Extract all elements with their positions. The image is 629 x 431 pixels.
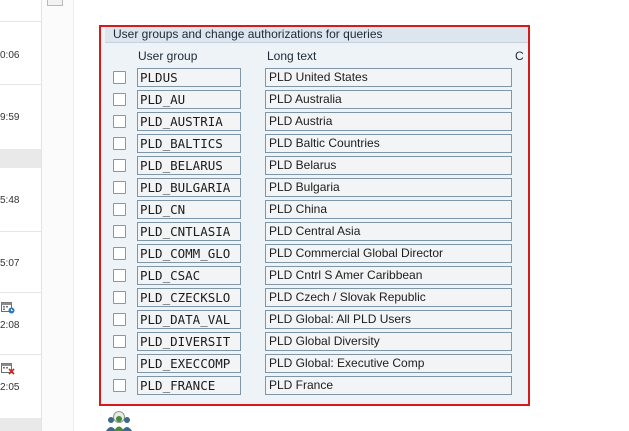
calendar-cancel-icon[interactable] <box>1 362 15 375</box>
long-text-field[interactable]: PLD Bulgaria <box>265 178 512 197</box>
long-text-field[interactable]: PLD China <box>265 200 512 219</box>
long-text-field[interactable]: PLD Global Diversity <box>265 332 512 351</box>
table-row[interactable]: PLD_CN PLD China <box>101 199 528 221</box>
panel-title-text: User groups and change authorizations fo… <box>113 27 383 41</box>
divider <box>0 84 41 85</box>
table-row[interactable]: PLD_COMM_GLO PLD Commercial Global Direct… <box>101 243 528 265</box>
user-group-field[interactable]: PLD_DATA_VAL <box>137 310 241 329</box>
user-group-field[interactable]: PLD_BALTICS <box>137 134 241 153</box>
timestamp: 2:08 <box>0 320 20 331</box>
row-select-checkbox[interactable] <box>113 313 126 326</box>
left-sidebar: 0:06 9:59 5:48 5:07 2:08 2:05 <box>0 0 41 431</box>
divider <box>0 21 41 22</box>
row-select-checkbox[interactable] <box>113 115 126 128</box>
divider <box>0 354 41 355</box>
long-text-field[interactable]: PLD Baltic Countries <box>265 134 512 153</box>
long-text-field[interactable]: PLD Czech / Slovak Republic <box>265 288 512 307</box>
user-group-field[interactable]: PLD_CNTLASIA <box>137 222 241 241</box>
divider <box>0 292 41 293</box>
long-text-field[interactable]: PLD Central Asia <box>265 222 512 241</box>
long-text-field[interactable]: PLD Commercial Global Director <box>265 244 512 263</box>
table-row[interactable]: PLD_EXECCOMP PLD Global: Executive Comp <box>101 353 528 375</box>
user-group-field[interactable]: PLD_CZECKSLO <box>137 288 241 307</box>
user-group-field[interactable]: PLD_AU <box>137 90 241 109</box>
long-text-field[interactable]: PLD Global: Executive Comp <box>265 354 512 373</box>
scrollbar[interactable] <box>42 0 74 431</box>
column-header-long-text[interactable]: Long text <box>267 49 316 63</box>
row-select-checkbox[interactable] <box>113 203 126 216</box>
table-row[interactable]: PLD_DIVERSIT PLD Global Diversity <box>101 331 528 353</box>
long-text-field[interactable]: PLD Australia <box>265 90 512 109</box>
column-header-user-group[interactable]: User group <box>138 49 197 63</box>
calendar-schedule-icon[interactable] <box>1 301 15 314</box>
user-group-field[interactable]: PLD_CN <box>137 200 241 219</box>
scrollbar-thumb[interactable] <box>47 0 63 6</box>
table-row[interactable]: PLD_CZECKSLO PLD Czech / Slovak Republic <box>101 287 528 309</box>
table-row[interactable]: PLDUS PLD United States <box>101 67 528 89</box>
user-group-icon[interactable] <box>101 410 137 431</box>
user-group-field[interactable]: PLD_CSAC <box>137 266 241 285</box>
table-row[interactable]: PLD_AUSTRIA PLD Austria <box>101 111 528 133</box>
table-row[interactable]: PLD_BELARUS PLD Belarus <box>101 155 528 177</box>
timestamp: 5:07 <box>0 258 20 269</box>
table-row[interactable]: PLD_AU PLD Australia <box>101 89 528 111</box>
row-select-checkbox[interactable] <box>113 291 126 304</box>
table-row[interactable]: PLD_BULGARIA PLD Bulgaria <box>101 177 528 199</box>
long-text-field[interactable]: PLD Global: All PLD Users <box>265 310 512 329</box>
long-text-field[interactable]: PLD France <box>265 376 512 395</box>
long-text-field[interactable]: PLD Belarus <box>265 156 512 175</box>
long-text-field[interactable]: PLD Austria <box>265 112 512 131</box>
user-group-field[interactable]: PLD_BELARUS <box>137 156 241 175</box>
long-text-field[interactable]: PLD United States <box>265 68 512 87</box>
row-select-checkbox[interactable] <box>113 225 126 238</box>
row-select-checkbox[interactable] <box>113 335 126 348</box>
table-row[interactable]: PLD_BALTICS PLD Baltic Countries <box>101 133 528 155</box>
row-select-checkbox[interactable] <box>113 247 126 260</box>
row-select-checkbox[interactable] <box>113 357 126 370</box>
long-text-field[interactable]: PLD Cntrl S Amer Caribbean <box>265 266 512 285</box>
section-band <box>0 418 41 431</box>
timestamp: 0:06 <box>0 50 20 61</box>
user-group-field[interactable]: PLD_EXECCOMP <box>137 354 241 373</box>
user-group-field[interactable]: PLDUS <box>137 68 241 87</box>
user-group-field[interactable]: PLD_DIVERSIT <box>137 332 241 351</box>
row-select-checkbox[interactable] <box>113 71 126 84</box>
row-select-checkbox[interactable] <box>113 181 126 194</box>
user-groups-panel: User groups and change authorizations fo… <box>99 25 530 406</box>
table-row[interactable]: PLD_DATA_VAL PLD Global: All PLD Users <box>101 309 528 331</box>
table-row[interactable]: PLD_CSAC PLD Cntrl S Amer Caribbean <box>101 265 528 287</box>
timestamp: 5:48 <box>0 195 20 206</box>
panel-title: User groups and change authorizations fo… <box>105 27 528 43</box>
section-band <box>0 149 41 168</box>
row-select-checkbox[interactable] <box>113 159 126 172</box>
table-row[interactable]: PLD_FRANCE PLD France <box>101 375 528 397</box>
divider <box>0 231 41 232</box>
user-group-field[interactable]: PLD_BULGARIA <box>137 178 241 197</box>
row-select-checkbox[interactable] <box>113 93 126 106</box>
user-group-field[interactable]: PLD_COMM_GLO <box>137 244 241 263</box>
row-select-checkbox[interactable] <box>113 379 126 392</box>
timestamp: 2:05 <box>0 382 20 393</box>
timestamp: 9:59 <box>0 112 20 123</box>
user-group-field[interactable]: PLD_FRANCE <box>137 376 241 395</box>
row-select-checkbox[interactable] <box>113 137 126 150</box>
table-row[interactable]: PLD_CNTLASIA PLD Central Asia <box>101 221 528 243</box>
user-group-field[interactable]: PLD_AUSTRIA <box>137 112 241 131</box>
row-select-checkbox[interactable] <box>113 269 126 282</box>
column-header-truncated[interactable]: C <box>515 49 524 63</box>
